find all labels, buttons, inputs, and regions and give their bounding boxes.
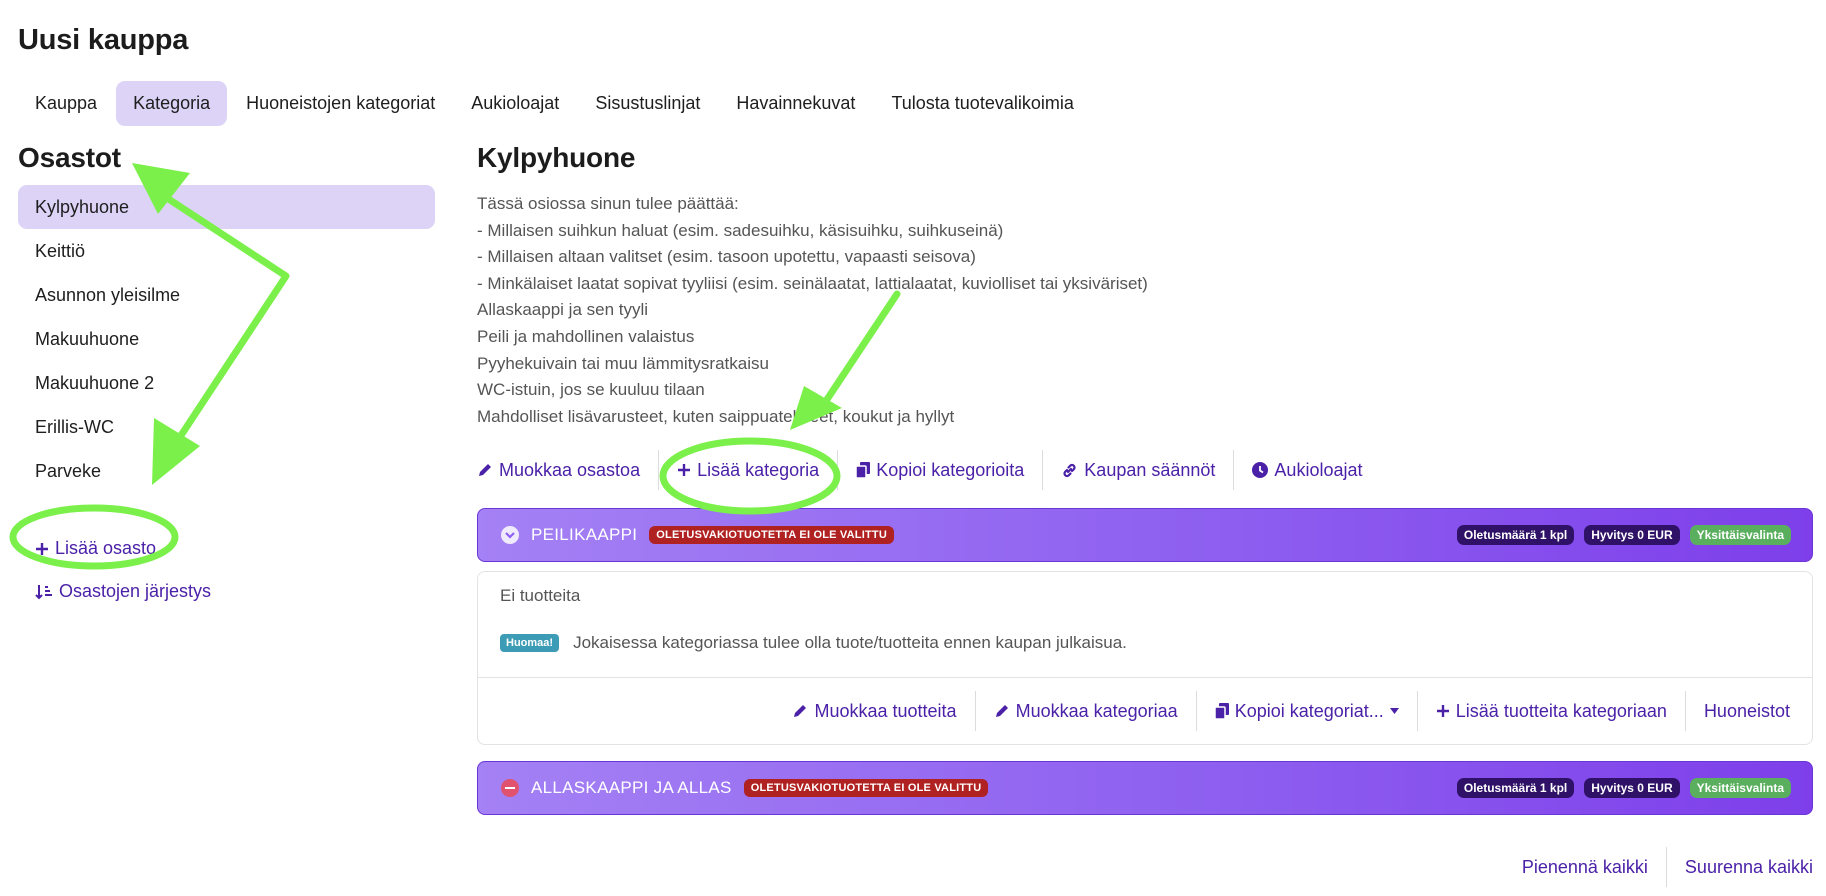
copy-categories-dropdown[interactable]: Kopioi kategoriat...: [1195, 691, 1417, 732]
default-quantity-badge: Oletusmäärä 1 kpl: [1456, 778, 1575, 799]
category-header-peilikaappi[interactable]: PEILIKAAPPI OLETUSVAKIOTUOTETTA EI OLE V…: [477, 508, 1813, 563]
selection-type-badge: Yksittäisvalinta: [1689, 778, 1791, 799]
sidebar-item-erillis-wc[interactable]: Erillis-WC: [18, 405, 435, 449]
refund-badge: Hyvitys 0 EUR: [1584, 778, 1680, 799]
add-products-label: Lisää tuotteita kategoriaan: [1455, 700, 1667, 721]
minus-circle-icon[interactable]: [501, 779, 519, 798]
edit-category-label: Muokkaa kategoriaa: [1015, 700, 1178, 721]
no-products-text: Ei tuotteita: [500, 586, 581, 606]
description-line: Pyyhekuivain tai muu lämmitysratkaisu: [477, 353, 769, 373]
category-badges: Oletusmäärä 1 kpl Hyvitys 0 EUR Yksittäi…: [1456, 525, 1791, 546]
sidebar-item-asunnon-yleisilme[interactable]: Asunnon yleisilme: [18, 273, 435, 317]
description-line: - Minkälaiset laatat sopivat tyyliisi (e…: [477, 273, 1148, 293]
category-name: PEILIKAAPPI: [531, 525, 638, 545]
refund-badge: Hyvitys 0 EUR: [1584, 525, 1680, 546]
tab-kategoria[interactable]: Kategoria: [116, 81, 228, 126]
sidebar-item-kylpyhuone[interactable]: Kylpyhuone: [18, 185, 435, 229]
department-description: Tässä osiossa sinun tulee päättää: - Mil…: [477, 191, 1813, 430]
page-title: Uusi kauppa: [18, 24, 189, 56]
expand-all-button[interactable]: Suurenna kaikki: [1665, 847, 1813, 887]
edit-products-button[interactable]: Muokkaa tuotteita: [774, 691, 974, 731]
expand-collapse-bar: Pienennä kaikki Suurenna kaikki: [1504, 847, 1813, 887]
add-department-link[interactable]: Lisää osasto: [18, 538, 435, 559]
chevron-down-icon[interactable]: [501, 526, 519, 545]
category-name: ALLASKAAPPI JA ALLAS: [531, 778, 732, 798]
caret-down-icon: [1389, 708, 1399, 715]
apartments-button[interactable]: Huoneistot: [1684, 691, 1790, 732]
add-department-label: Lisää osasto: [55, 538, 157, 558]
tab-kauppa[interactable]: Kauppa: [18, 81, 114, 126]
tab-huoneistojen-kategoriat[interactable]: Huoneistojen kategoriat: [229, 81, 452, 126]
description-line: Allaskaappi ja sen tyyli: [477, 300, 649, 320]
opening-hours-button[interactable]: Aukioloajat: [1233, 450, 1380, 491]
edit-department-label: Muokkaa osastoa: [499, 459, 641, 480]
sidebar-item-makuuhuone[interactable]: Makuuhuone: [18, 317, 435, 361]
pencil-icon: [794, 705, 807, 718]
description-line: - Millaisen suihkun haluat (esim. sadesu…: [477, 220, 1004, 240]
description-line: - Millaisen altaan valitset (esim. tasoo…: [477, 247, 976, 267]
department-order-link[interactable]: Osastojen järjestys: [18, 581, 435, 602]
tab-havainnekuvat[interactable]: Havainnekuvat: [719, 81, 872, 126]
add-products-button[interactable]: Lisää tuotteita kategoriaan: [1416, 691, 1685, 732]
pencil-icon: [479, 464, 491, 477]
add-category-label: Lisää kategoria: [697, 459, 820, 480]
category-action-bar: Muokkaa tuotteita Muokkaa kategoriaa Kop…: [478, 678, 1812, 744]
description-line: WC-istuin, jos se kuuluu tilaan: [477, 380, 705, 400]
selection-type-badge: Yksittäisvalinta: [1689, 525, 1791, 546]
copy-icon: [856, 462, 871, 479]
plus-icon: [1436, 705, 1449, 718]
opening-hours-label: Aukioloajat: [1274, 459, 1363, 480]
tab-aukioloajat[interactable]: Aukioloajat: [454, 81, 576, 126]
department-title: Kylpyhuone: [477, 142, 636, 173]
tab-sisustuslinjat[interactable]: Sisustuslinjat: [578, 81, 717, 126]
description-line: Mahdolliset lisävarusteet, kuten saippua…: [477, 406, 955, 426]
tab-tulosta-tuotevalikoimia[interactable]: Tulosta tuotevalikoimia: [874, 81, 1090, 126]
default-quantity-badge: Oletusmäärä 1 kpl: [1456, 525, 1575, 546]
copy-categories-label: Kopioi kategorioita: [876, 459, 1025, 480]
category-products-area: Ei tuotteita Huomaa! Jokaisessa kategori…: [478, 572, 1812, 679]
category-body: Ei tuotteita Huomaa! Jokaisessa kategori…: [477, 571, 1813, 746]
category-badges: Oletusmäärä 1 kpl Hyvitys 0 EUR Yksittäi…: [1456, 778, 1791, 799]
edit-category-button[interactable]: Muokkaa kategoriaa: [974, 691, 1196, 732]
sidebar-item-parveke[interactable]: Parveke: [18, 449, 435, 493]
note-text: Jokaisessa kategoriassa tulee olla tuote…: [573, 633, 1127, 653]
edit-products-label: Muokkaa tuotteita: [814, 700, 957, 721]
copy-categories-dropdown-label: Kopioi kategoriat...: [1234, 700, 1384, 721]
sidebar: Osastot Kylpyhuone Keittiö Asunnon yleis…: [18, 142, 435, 602]
sort-icon: [35, 584, 52, 599]
description-line: Peili ja mahdollinen valaistus: [477, 326, 695, 346]
pencil-icon: [995, 705, 1008, 718]
warning-badge: OLETUSVAKIOTUOTETTA EI OLE VALITTU: [743, 779, 989, 798]
note-badge: Huomaa!: [500, 634, 560, 653]
link-icon: [1063, 463, 1076, 477]
sidebar-title: Osastot: [18, 142, 121, 173]
department-order-label: Osastojen järjestys: [59, 581, 212, 601]
add-category-button[interactable]: Lisää kategoria: [658, 450, 837, 491]
collapse-all-button[interactable]: Pienennä kaikki: [1504, 847, 1666, 887]
edit-department-button[interactable]: Muokkaa osastoa: [477, 450, 658, 490]
plus-icon: [36, 542, 48, 555]
sidebar-item-keittio[interactable]: Keittiö: [18, 229, 435, 273]
copy-icon: [1214, 703, 1229, 720]
main-content: Kylpyhuone Tässä osiossa sinun tulee pää…: [477, 142, 1813, 816]
tab-bar: Kauppa Kategoria Huoneistojen kategoriat…: [18, 81, 1091, 126]
sidebar-item-makuuhuone-2[interactable]: Makuuhuone 2: [18, 361, 435, 405]
department-action-bar: Muokkaa osastoa Lisää kategoria Kopioi k…: [477, 450, 1813, 491]
store-rules-label: Kaupan säännöt: [1084, 459, 1216, 480]
clock-icon: [1252, 462, 1269, 479]
copy-categories-button[interactable]: Kopioi kategorioita: [837, 450, 1042, 491]
plus-icon: [678, 464, 691, 477]
description-line: Tässä osiossa sinun tulee päättää:: [477, 194, 739, 213]
store-rules-button[interactable]: Kaupan säännöt: [1042, 450, 1233, 491]
category-note: Huomaa! Jokaisessa kategoriassa tulee ol…: [500, 633, 1790, 653]
apartments-label: Huoneistot: [1703, 700, 1790, 721]
category-header-allaskaappi[interactable]: ALLASKAAPPI JA ALLAS OLETUSVAKIOTUOTETTA…: [477, 761, 1813, 816]
warning-badge: OLETUSVAKIOTUOTETTA EI OLE VALITTU: [649, 526, 894, 545]
